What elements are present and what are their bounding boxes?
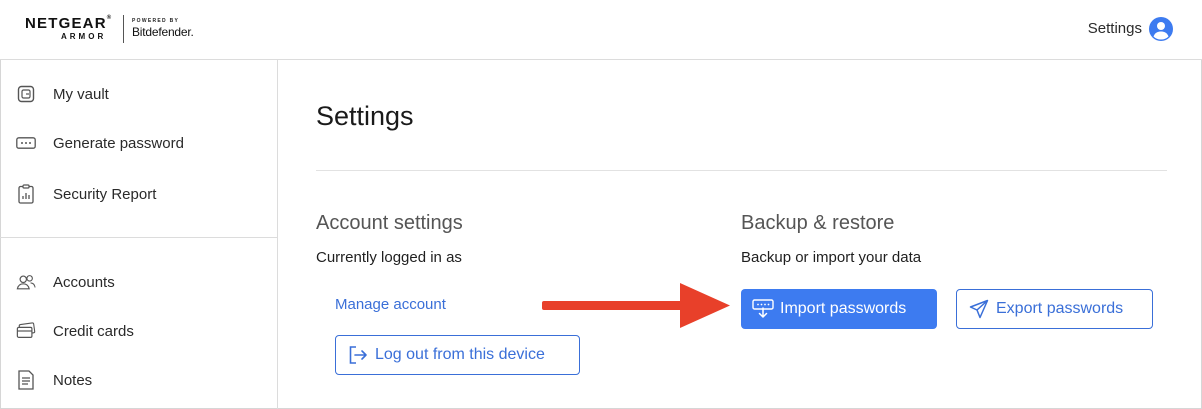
password-dots-icon bbox=[16, 133, 36, 153]
sidebar-item-accounts[interactable]: Accounts bbox=[0, 262, 277, 302]
export-passwords-label: Export passwords bbox=[996, 300, 1124, 317]
logout-button[interactable]: Log out from this device bbox=[335, 335, 580, 375]
main-divider bbox=[316, 170, 1167, 171]
sidebar-item-generate-password[interactable]: Generate password bbox=[0, 123, 277, 163]
sidebar-item-label: Security Report bbox=[53, 185, 157, 203]
credit-card-icon bbox=[16, 321, 36, 341]
import-passwords-button[interactable]: Import passwords bbox=[741, 289, 937, 329]
sidebar-item-label: My vault bbox=[53, 85, 109, 103]
logout-icon bbox=[347, 344, 369, 366]
brand-logo[interactable]: NETGEAR® ARMOR POWERED BY Bitdefender. bbox=[25, 13, 215, 47]
sidebar-item-my-vault[interactable]: My vault bbox=[0, 74, 277, 114]
brand-divider bbox=[123, 15, 124, 43]
sidebar-item-notes[interactable]: Notes bbox=[0, 360, 277, 400]
import-passwords-label: Import passwords bbox=[780, 300, 907, 317]
backup-restore-title: Backup & restore bbox=[741, 212, 895, 234]
note-icon bbox=[16, 370, 36, 390]
sidebar-item-security-report[interactable]: Security Report bbox=[0, 174, 277, 214]
accounts-users-icon bbox=[16, 272, 36, 292]
clipboard-report-icon bbox=[16, 184, 36, 204]
brand-armor: ARMOR bbox=[61, 32, 107, 41]
sidebar-item-label: Notes bbox=[53, 371, 93, 389]
backup-restore-subtitle: Backup or import your data bbox=[741, 249, 922, 266]
sidebar-item-credit-cards[interactable]: Credit cards bbox=[0, 311, 277, 351]
account-settings-title: Account settings bbox=[316, 212, 463, 234]
brand-bitdefender: Bitdefender. bbox=[132, 25, 194, 39]
import-icon bbox=[752, 298, 774, 320]
brand-netgear: NETGEAR® bbox=[25, 15, 113, 32]
header-settings-label[interactable]: Settings bbox=[1088, 20, 1142, 37]
sidebar-item-label: Generate password bbox=[53, 134, 184, 152]
sidebar-item-label: Credit cards bbox=[53, 322, 134, 340]
sidebar-divider bbox=[0, 237, 277, 238]
user-circle-icon[interactable] bbox=[1149, 17, 1173, 41]
brand-powered-by: POWERED BY bbox=[132, 18, 180, 24]
page-title: Settings bbox=[316, 101, 414, 131]
vault-icon bbox=[16, 84, 36, 104]
logout-button-label: Log out from this device bbox=[375, 346, 545, 363]
annotation-arrow-icon bbox=[542, 283, 730, 328]
manage-account-link[interactable]: Manage account bbox=[335, 296, 446, 313]
account-settings-subtitle: Currently logged in as bbox=[316, 249, 462, 266]
sidebar-item-label: Accounts bbox=[53, 273, 115, 291]
paper-plane-icon bbox=[968, 298, 990, 320]
top-header: NETGEAR® ARMOR POWERED BY Bitdefender. S… bbox=[0, 0, 1202, 60]
sidebar: My vault Generate password Security Repo… bbox=[0, 60, 278, 409]
export-passwords-button[interactable]: Export passwords bbox=[956, 289, 1153, 329]
